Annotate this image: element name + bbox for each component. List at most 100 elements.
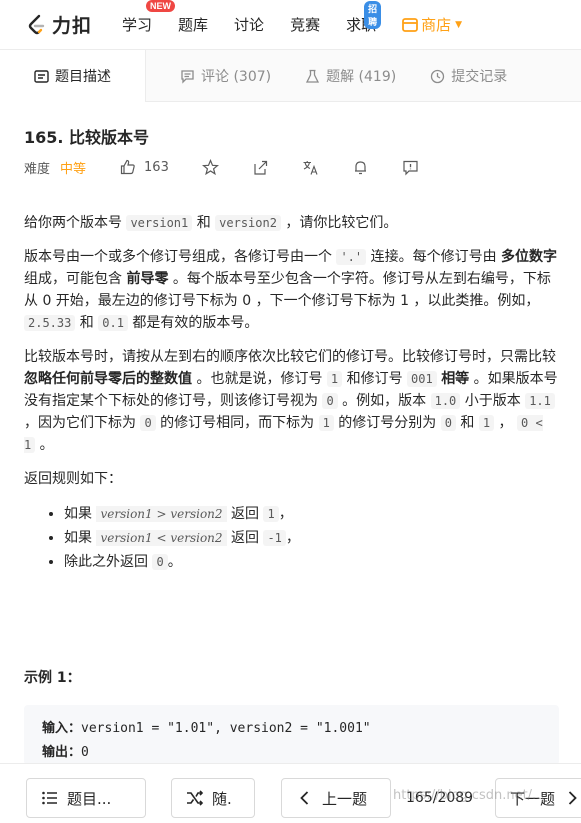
example-output-line: 输出：0 xyxy=(42,741,541,765)
example-output-value: 0 xyxy=(81,745,89,760)
shuffle-icon xyxy=(187,790,204,806)
new-badge: NEW xyxy=(146,0,176,12)
inline-code: 1 xyxy=(326,371,343,387)
text: 。 xyxy=(35,437,54,453)
chevron-left-icon xyxy=(300,791,309,805)
prev-problem-button[interactable]: 上一题 xyxy=(281,778,391,818)
example-block: 输入：version1 = "1.01", version2 = "1.001"… xyxy=(24,705,559,765)
text: 如果 xyxy=(64,506,97,522)
inline-code: 1 xyxy=(478,415,495,431)
text: 都是有效的版本号。 xyxy=(127,315,259,331)
tab-solutions[interactable]: 题解 (419) xyxy=(271,50,396,102)
like-button[interactable]: 163 xyxy=(120,159,169,175)
tab-comments[interactable]: 评论 (307) xyxy=(146,50,271,102)
random-button[interactable]: 随. xyxy=(171,778,255,818)
text: 返回 xyxy=(226,530,264,546)
inline-math: version1 < version2 xyxy=(96,530,227,546)
caret-down-icon: ▼ xyxy=(455,19,463,30)
inline-code: 0.1 xyxy=(98,315,128,331)
text: 的修订号相同，而下标为 xyxy=(155,415,319,431)
description-icon xyxy=(34,69,49,83)
nav-item-label: 题库 xyxy=(178,16,209,34)
example-title: 示例 1： xyxy=(24,670,81,686)
text: 小于版本 xyxy=(460,393,526,409)
logo-text: 力扣 xyxy=(52,15,93,37)
inline-code: 0 xyxy=(140,415,156,431)
text: ， xyxy=(285,530,300,546)
paragraph: 比较版本号时，请按从左到右的顺序依次比较它们的修订号。比较修订号时，只需比较 忽… xyxy=(24,346,559,456)
problem-description: 给你两个版本号 version1 和 version2 ，请你比较它们。 版本号… xyxy=(24,212,559,574)
nav-item-contest[interactable]: 竞赛 xyxy=(290,14,320,35)
chevron-right-icon xyxy=(568,791,577,805)
example-input-line: 输入：version1 = "1.01", version2 = "1.001" xyxy=(42,717,541,741)
inline-code: 0 xyxy=(322,393,338,409)
text: 的修订号分别为 xyxy=(333,415,441,431)
translate-icon[interactable] xyxy=(302,159,319,176)
history-icon xyxy=(431,69,445,83)
nav-item-store[interactable]: 商店 ▼ xyxy=(402,14,462,35)
nav-item-discuss[interactable]: 讨论 xyxy=(234,14,264,35)
problem-list-label: 题目... xyxy=(67,789,112,808)
prev-label: 上一题 xyxy=(322,789,368,808)
bottom-bar: 题目... 随. 上一题 165/2089 下一题 https://blog.c… xyxy=(0,763,581,823)
text: ，因为它们下标为 xyxy=(24,415,141,431)
list-icon xyxy=(42,791,57,805)
inline-code: 0 xyxy=(440,415,456,431)
tab-label: 题解 (419) xyxy=(326,69,397,85)
inline-code: 1 xyxy=(263,506,279,522)
tab-label: 题目描述 xyxy=(55,69,111,85)
nav-item-problems[interactable]: 题库 xyxy=(178,14,208,35)
nav-item-jobs[interactable]: 求职 招聘 xyxy=(346,1,382,35)
bell-icon[interactable] xyxy=(352,159,369,176)
example-input-value: version1 = "1.01", version2 = "1.001" xyxy=(81,721,371,736)
text: 。也就是说，修订号 xyxy=(192,371,327,387)
example-output-label: 输出： xyxy=(42,745,82,760)
list-item: 如果 version1 > version2 返回 1， xyxy=(64,502,559,526)
nav-item-label: 学习 xyxy=(122,16,153,34)
nav-item-learn[interactable]: 学习 NEW xyxy=(122,0,176,35)
bold-text: 多位数字 xyxy=(501,249,558,265)
thumbs-up-icon xyxy=(120,159,135,175)
inline-code: '.' xyxy=(336,249,367,265)
text: 。 xyxy=(167,554,182,570)
difficulty-label: 难度 xyxy=(24,161,51,177)
problem-title: 165. 比较版本号 xyxy=(24,128,150,147)
list-item: 除此之外返回 0。 xyxy=(64,550,559,574)
text: 除此之外返回 xyxy=(64,554,153,570)
text: 比较版本号时，请按从左到右的顺序依次比较它们的修订号。比较修订号时，只需比较 xyxy=(24,349,556,365)
tab-submissions[interactable]: 提交记录 xyxy=(396,50,507,102)
example-input-label: 输入： xyxy=(42,721,82,736)
logo[interactable]: 力扣 xyxy=(26,11,92,38)
store-label: 商店 xyxy=(421,16,452,34)
inline-code: 2.5.33 xyxy=(24,315,76,331)
text: 连接。每个修订号由 xyxy=(366,249,502,265)
text: 和修订号 xyxy=(342,371,408,387)
bold-text: 前导零 xyxy=(126,271,169,287)
text: 组成，可能包含 xyxy=(24,271,127,287)
feedback-icon[interactable] xyxy=(402,159,419,176)
nav-item-label: 讨论 xyxy=(234,16,265,34)
leetcode-logo-icon xyxy=(28,14,45,34)
nav-item-label: 竞赛 xyxy=(290,16,321,34)
text: 。例如，版本 xyxy=(337,393,431,409)
star-icon[interactable] xyxy=(201,158,219,176)
share-icon[interactable] xyxy=(252,159,269,176)
comment-icon xyxy=(181,69,194,84)
problem-list-button[interactable]: 题目... xyxy=(26,778,146,818)
random-label: 随. xyxy=(212,789,232,808)
tab-description[interactable]: 题目描述 xyxy=(0,50,146,102)
text: 版本号由一个或多个修订号组成，各修订号由一个 xyxy=(24,249,337,265)
bold-text: 忽略任何前导零后的整数值 xyxy=(24,371,192,387)
like-count: 163 xyxy=(144,159,169,175)
paragraph: 返回规则如下： xyxy=(24,471,122,487)
inline-code: 1 xyxy=(318,415,334,431)
text: 给你两个版本号 xyxy=(24,215,127,231)
return-rules-list: 如果 version1 > version2 返回 1， 如果 version1… xyxy=(64,502,559,574)
flask-icon xyxy=(306,69,320,83)
text: ，请你比较它们。 xyxy=(280,215,398,231)
bold-text: 相等 xyxy=(441,371,470,387)
inline-code: -1 xyxy=(263,530,286,546)
tab-label: 提交记录 xyxy=(451,69,508,85)
text: ， xyxy=(278,506,293,522)
inline-code: 0 xyxy=(152,554,168,570)
